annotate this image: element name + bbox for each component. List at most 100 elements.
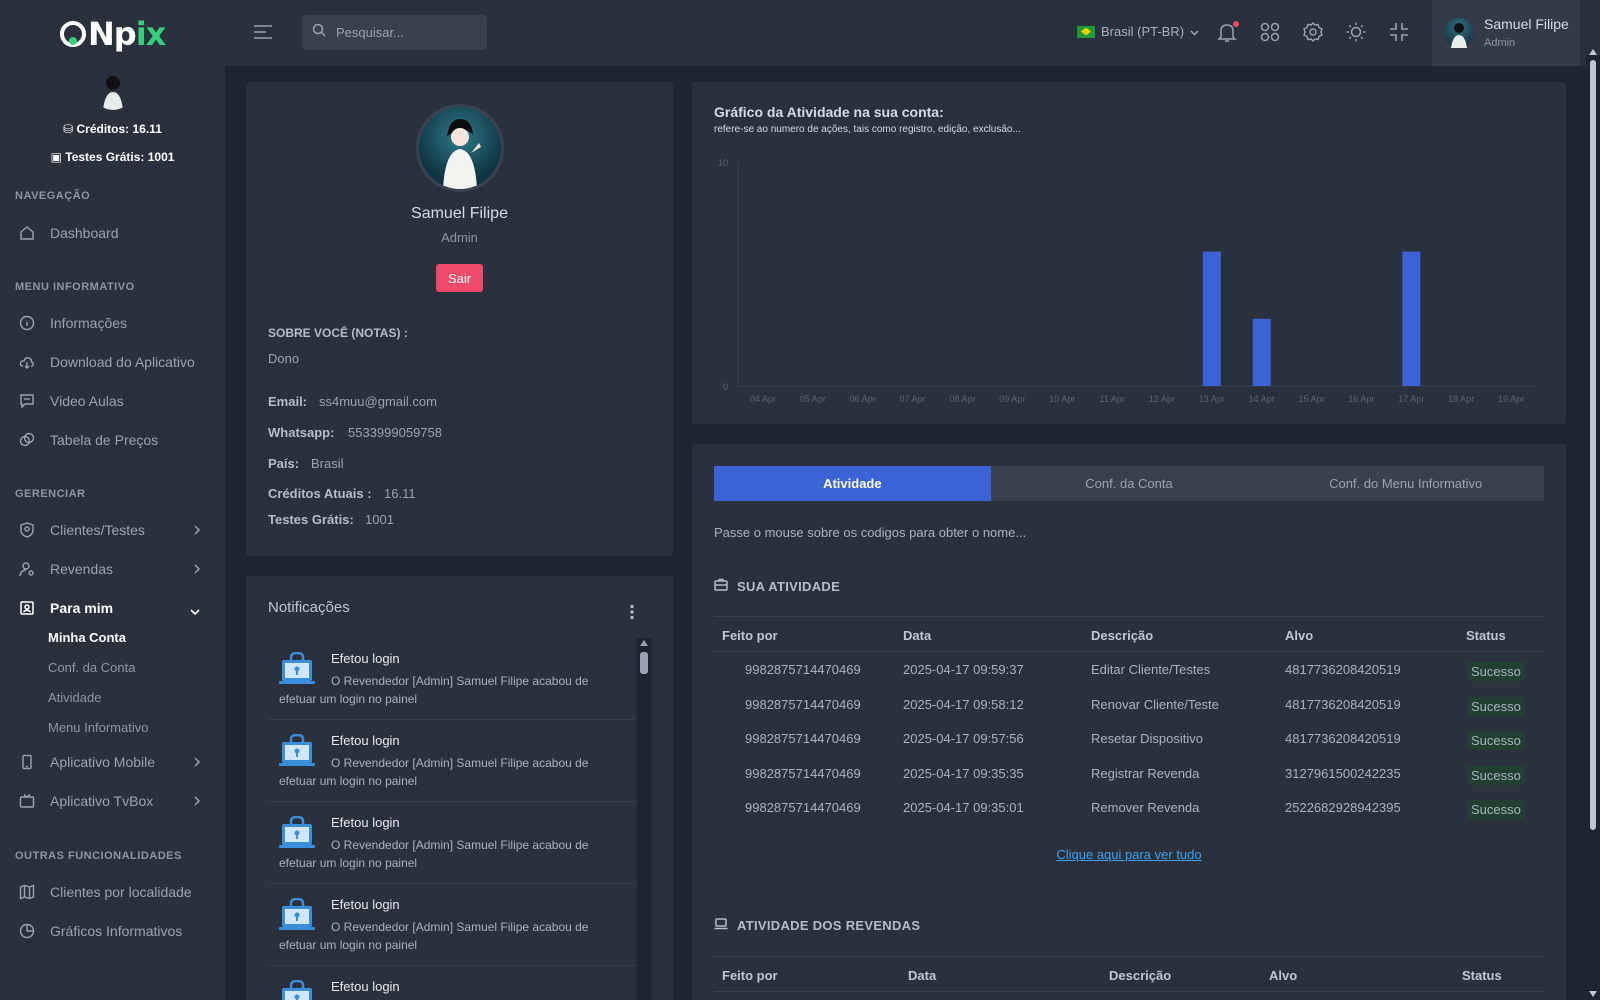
notification-item[interactable]: Efetou login O Revendedor [Admin] Samuel… xyxy=(268,802,636,884)
sidebar-item-video[interactable]: Video Aulas xyxy=(0,384,225,418)
resellers-activity-heading: ATIVIDADE DOS REVENDAS xyxy=(714,918,920,933)
notification-title: Efetou login xyxy=(331,897,400,912)
sidebar-item-app-mobile[interactable]: Aplicativo Mobile xyxy=(0,745,225,779)
cell-by[interactable]: 9982875714470469 xyxy=(745,766,861,781)
submenu-conf-conta[interactable]: Conf. da Conta xyxy=(48,660,135,675)
x-tick-label: 16 Apr xyxy=(1348,394,1374,404)
table-row[interactable]: 9982875714470469 2025-04-17 09:57:56 Res… xyxy=(714,721,1544,756)
cell-target[interactable]: 2522682928942395 xyxy=(1285,800,1401,815)
whatsapp-label: Whatsapp: xyxy=(268,425,335,440)
chart-bar[interactable] xyxy=(1252,318,1271,386)
notifications-list[interactable]: Efetou login O Revendedor [Admin] Samuel… xyxy=(268,638,636,1000)
resellers-activity-table: Feito por Data Descrição Alvo Status xyxy=(714,956,1544,992)
see-all-link[interactable]: Clique aqui para ver tudo xyxy=(692,847,1566,862)
x-tick-label: 12 Apr xyxy=(1149,394,1175,404)
menu-toggle-icon[interactable] xyxy=(253,24,273,40)
cell-by[interactable]: 9982875714470469 xyxy=(745,731,861,746)
table-row[interactable]: 9982875714470469 2025-04-17 09:35:35 Reg… xyxy=(714,756,1544,791)
user-menu[interactable]: Samuel Filipe Admin xyxy=(1432,0,1580,66)
notifications-title: Notificações xyxy=(268,599,350,616)
chart-bar[interactable] xyxy=(1402,251,1421,386)
col-alvo: Alvo xyxy=(1285,628,1314,643)
fullscreen-exit-icon[interactable] xyxy=(1388,21,1412,45)
submenu-atividade[interactable]: Atividade xyxy=(48,690,101,705)
status-badge: Sucesso xyxy=(1467,765,1525,785)
x-tick-label: 06 Apr xyxy=(850,394,876,404)
table-row[interactable]: 9982875714470469 2025-04-17 09:59:37 Edi… xyxy=(714,652,1544,687)
tab-conf-menu[interactable]: Conf. do Menu Informativo xyxy=(1267,466,1544,501)
scroll-down-icon[interactable] xyxy=(1589,991,1597,997)
sidebar-item-download[interactable]: Download do Aplicativo xyxy=(0,345,225,379)
scroll-up-icon[interactable] xyxy=(1589,49,1597,55)
notification-item[interactable]: Efetou login O Revendedor [Admin] Samuel… xyxy=(268,638,636,720)
sidebar-item-label: Gráficos Informativos xyxy=(50,923,183,939)
chevron-right-icon xyxy=(193,562,201,578)
laptop-icon xyxy=(714,918,728,933)
notification-item[interactable]: Efetou login O Revendedor [Admin] Samuel… xyxy=(268,884,636,966)
scroll-up-icon[interactable] xyxy=(640,640,648,646)
tab-conf-conta[interactable]: Conf. da Conta xyxy=(991,466,1268,501)
your-activity-heading: SUA ATIVIDADE xyxy=(714,578,840,594)
language-selector[interactable]: Brasil (PT-BR) xyxy=(1077,24,1199,39)
your-activity-table: Feito por Data Descrição Alvo Status 998… xyxy=(714,616,1544,825)
cell-target[interactable]: 3127961500242235 xyxy=(1285,766,1401,781)
page-scrollbar[interactable] xyxy=(1586,49,1600,1000)
x-tick-label: 13 Apr xyxy=(1199,394,1225,404)
notification-desc: O Revendedor [Admin] Samuel Filipe acabo… xyxy=(279,674,589,706)
search-box[interactable] xyxy=(302,15,487,50)
sidebar-item-precos[interactable]: Tabela de Preços xyxy=(0,423,225,457)
logo-text: Npix xyxy=(88,15,166,53)
theme-sun-icon[interactable] xyxy=(1345,21,1369,45)
sidebar-item-localidade[interactable]: Clientes por localidade xyxy=(0,875,225,909)
sidebar-item-graficos[interactable]: Gráficos Informativos xyxy=(0,914,225,948)
avatar[interactable] xyxy=(93,70,133,110)
logo[interactable]: Npix xyxy=(60,14,166,54)
scroll-thumb[interactable] xyxy=(1590,60,1596,830)
cell-by[interactable]: 9982875714470469 xyxy=(745,800,861,815)
cell-target[interactable]: 4817736208420519 xyxy=(1285,662,1401,677)
sidebar-item-revendas[interactable]: Revendas xyxy=(0,552,225,586)
more-vertical-icon[interactable] xyxy=(629,604,635,620)
cell-target[interactable]: 4817736208420519 xyxy=(1285,697,1401,712)
notifications-scrollbar[interactable] xyxy=(637,638,651,1000)
cell-desc: Resetar Dispositivo xyxy=(1091,731,1203,746)
tab-atividade[interactable]: Atividade xyxy=(714,466,991,501)
chevron-down-icon xyxy=(1190,24,1199,39)
notification-item[interactable]: Efetou login xyxy=(268,966,636,1000)
topbar: Brasil (PT-BR) Samuel Filipe Admin xyxy=(225,0,1600,66)
col-alvo: Alvo xyxy=(1269,968,1298,983)
apps-icon[interactable] xyxy=(1259,21,1283,45)
table-row[interactable]: 9982875714470469 2025-04-17 09:58:12 Ren… xyxy=(714,687,1544,722)
credits-stat: ⛁ Créditos: 16.11 xyxy=(0,122,225,136)
cell-by[interactable]: 9982875714470469 xyxy=(745,697,861,712)
sidebar: Npix ⛁ Créditos: 16.11 ▣ Testes Grátis: … xyxy=(0,0,225,1000)
cell-by[interactable]: 9982875714470469 xyxy=(745,662,861,677)
status-badge: Sucesso xyxy=(1467,800,1525,819)
sidebar-item-app-tvbox[interactable]: Aplicativo TvBox xyxy=(0,784,225,818)
col-descricao: Descrição xyxy=(1109,968,1172,983)
scroll-thumb[interactable] xyxy=(640,652,648,674)
sidebar-item-dashboard[interactable]: Dashboard xyxy=(0,216,225,250)
pie-chart-icon xyxy=(18,922,36,940)
profile-role: Admin xyxy=(441,230,478,245)
submenu-menu-informativo[interactable]: Menu Informativo xyxy=(48,720,148,735)
sidebar-item-label: Aplicativo TvBox xyxy=(50,793,154,809)
bell-icon[interactable] xyxy=(1216,21,1240,45)
logout-button[interactable]: Sair xyxy=(436,264,483,292)
y-tick-label: 0 xyxy=(723,382,728,392)
sidebar-item-para-mim[interactable]: Para mim xyxy=(0,591,225,625)
gear-icon[interactable] xyxy=(1302,21,1326,45)
table-row[interactable]: 9982875714470469 2025-04-17 09:35:01 Rem… xyxy=(714,790,1544,825)
brazil-flag-icon xyxy=(1077,25,1095,38)
section-nav: NAVEGAÇÃO xyxy=(15,190,91,202)
notification-item[interactable]: Efetou login O Revendedor [Admin] Samuel… xyxy=(268,720,636,802)
submenu-minha-conta[interactable]: Minha Conta xyxy=(48,630,126,645)
sidebar-item-informacoes[interactable]: Informações xyxy=(0,306,225,340)
chart-bar[interactable] xyxy=(1202,251,1221,386)
x-tick-label: 04 Apr xyxy=(750,394,776,404)
activity-chart-card: Gráfico da Atividade na sua conta: refer… xyxy=(692,82,1566,424)
search-input[interactable] xyxy=(336,25,476,40)
sidebar-item-clientes[interactable]: Clientes/Testes xyxy=(0,513,225,547)
notification-desc: O Revendedor [Admin] Samuel Filipe acabo… xyxy=(279,756,589,788)
cell-target[interactable]: 4817736208420519 xyxy=(1285,731,1401,746)
